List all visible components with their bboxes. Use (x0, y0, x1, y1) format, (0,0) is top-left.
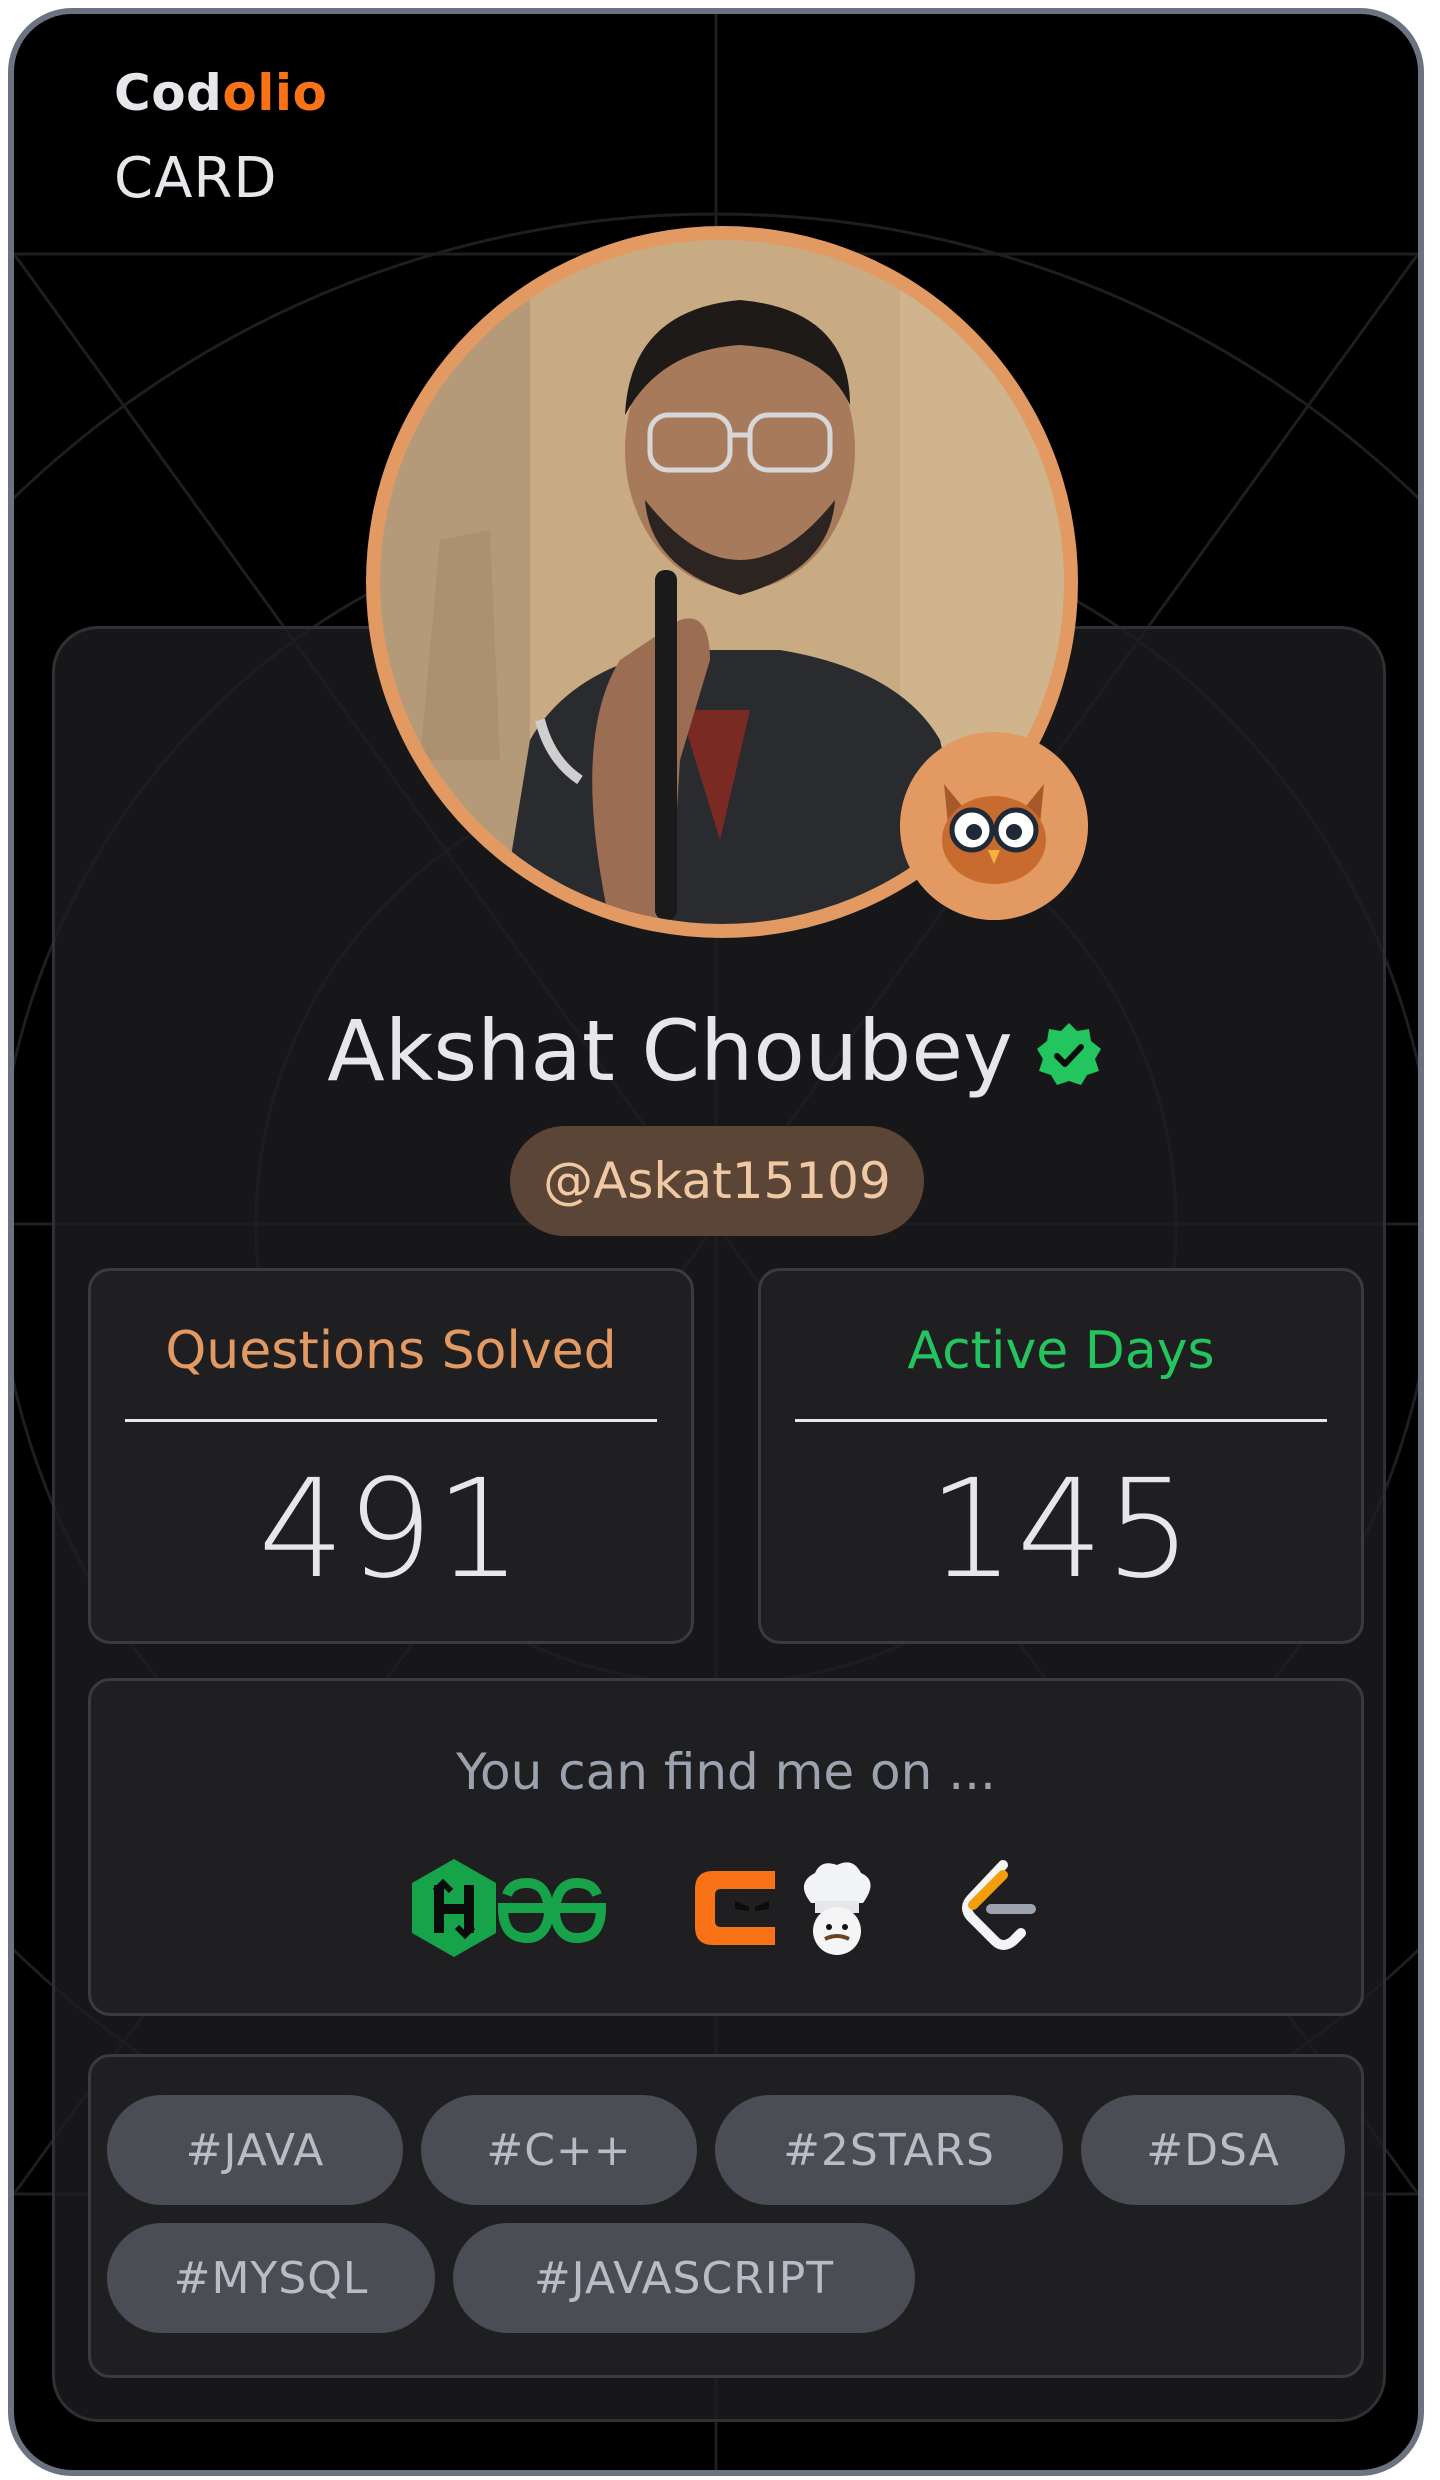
questions-solved-label: Questions Solved (165, 1321, 617, 1381)
tag-dsa[interactable]: #DSA (1081, 2095, 1345, 2205)
active-days-label: Active Days (907, 1321, 1215, 1381)
name-row: Akshat Choubey (14, 996, 1418, 1106)
divider (125, 1419, 657, 1422)
brand-logo: Codolio (114, 64, 327, 122)
tag-2stars[interactable]: #2STARS (715, 2095, 1063, 2205)
profile-card: Codolio CARD Akshat Choubey @Askat15109 … (8, 8, 1424, 2476)
active-days-box: Active Days 145 (758, 1268, 1364, 1644)
tag-java[interactable]: #JAVA (107, 2095, 403, 2205)
brand-name-part1: Cod (114, 64, 223, 122)
owl-badge (900, 732, 1088, 920)
hackerrank-icon[interactable] (399, 1853, 509, 1963)
verified-badge-icon (1036, 1023, 1101, 1085)
username-handle[interactable]: @Askat15109 (510, 1126, 924, 1236)
find-me-title: You can find me on ... (456, 1743, 996, 1801)
find-me-box: You can find me on ... (88, 1678, 1364, 2016)
codestudio-icon[interactable] (683, 1853, 793, 1963)
tag-javascript[interactable]: #JAVASCRIPT (453, 2223, 915, 2333)
questions-solved-value: 491 (258, 1451, 524, 1609)
tags-box: #JAVA #C++ #2STARS #DSA #MYSQL #JAVASCRI… (88, 2054, 1364, 2378)
tag-cpp[interactable]: #C++ (421, 2095, 697, 2205)
tag-mysql[interactable]: #MYSQL (107, 2223, 435, 2333)
active-days-value: 145 (928, 1451, 1194, 1609)
questions-solved-box: Questions Solved 491 (88, 1268, 694, 1644)
brand-name-part2: olio (222, 64, 328, 122)
geeksforgeeks-icon[interactable] (497, 1853, 607, 1963)
divider (795, 1419, 1327, 1422)
profile-name: Akshat Choubey (327, 1002, 1013, 1100)
owl-icon (942, 784, 1046, 884)
codechef-icon[interactable] (781, 1853, 891, 1963)
brand-subtitle: CARD (114, 146, 278, 211)
leetcode-icon[interactable] (943, 1853, 1053, 1963)
